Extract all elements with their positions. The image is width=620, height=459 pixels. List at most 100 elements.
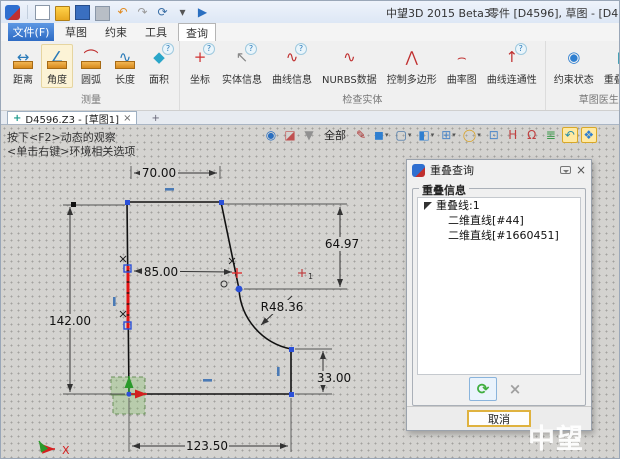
- constraint-status-button[interactable]: ◉约束状态: [550, 44, 598, 88]
- zw3d-window: ↶↷⟳▾▶ 中望3D 2015 Beta3 零件 [D4596], 草图 - […: [0, 0, 620, 459]
- control-polygon-button[interactable]: ⋀控制多边形: [383, 44, 441, 88]
- ribbon-button-label: 圆弧: [81, 71, 101, 86]
- ribbon-tab-约束[interactable]: 约束: [98, 23, 134, 41]
- curvature-plot-button[interactable]: ⌢曲率图: [443, 44, 481, 88]
- ribbon-tabs: 草图约束工具查询: [54, 23, 216, 41]
- dim-radius[interactable]: R48.36: [261, 300, 304, 314]
- panel-close-icon[interactable]: ×: [576, 164, 586, 176]
- new-tab-button[interactable]: +: [147, 113, 163, 124]
- comment-bubble-icon[interactable]: [560, 166, 571, 174]
- ribbon-button-label: NURBS数据: [322, 71, 377, 86]
- regen-icon[interactable]: ⟳: [155, 5, 170, 20]
- curvature-plot-icon: ⌢: [450, 46, 474, 70]
- nurbs-data-button[interactable]: ∿NURBS数据: [318, 44, 381, 88]
- overlap-info-label: 重叠信息: [419, 182, 469, 198]
- ribbon-tab-查询[interactable]: 查询: [178, 23, 216, 41]
- distance-icon: ↔: [11, 46, 35, 70]
- document-tab-bar: + D4596.Z3 - [草图1] × +: [1, 111, 620, 125]
- title-bar: ↶↷⟳▾▶ 中望3D 2015 Beta3 零件 [D4596], 草图 - […: [1, 1, 620, 23]
- arc-measure-button[interactable]: ⌒圆弧: [75, 44, 107, 88]
- refresh-button[interactable]: ⟳: [469, 377, 497, 401]
- overlap-tree[interactable]: 重叠线:1 二维直线[#44]二维直线[#1660451]: [417, 197, 581, 375]
- document-title: 零件 [D4596], 草图 - [D4596.Z3: [488, 5, 620, 21]
- cancel-button[interactable]: 取消: [467, 410, 531, 427]
- redo-icon[interactable]: ↷: [135, 5, 150, 20]
- curve-connectivity-button[interactable]: ↑曲线连通性: [483, 44, 541, 88]
- entity-info-icon: ↖: [230, 46, 254, 70]
- tree-child-item[interactable]: 二维直线[#44]: [418, 213, 580, 228]
- tree-children: 二维直线[#44]二维直线[#1660451]: [418, 213, 580, 243]
- axis-x-label: X: [62, 444, 70, 457]
- panel-action-row: ⟳ ×: [413, 377, 585, 401]
- overlap-info-group: 重叠信息 重叠线:1 二维直线[#44]二维直线[#1660451] ⟳ ×: [412, 188, 586, 406]
- ribbon-button-label: 坐标: [190, 71, 210, 86]
- quick-access-toolbar: ↶ ↷ ⟳ ▾ ▶: [5, 3, 210, 21]
- ribbon-button-label: 角度: [47, 71, 67, 86]
- app-logo-icon[interactable]: [5, 5, 20, 20]
- ribbon-tab-工具[interactable]: 工具: [138, 23, 174, 41]
- ribbon-button-label: 控制多边形: [387, 71, 437, 86]
- tree-root-label: 重叠线:1: [436, 198, 480, 213]
- ribbon-group-buttons: +坐标↖实体信息∿曲线信息∿NURBS数据⋀控制多边形⌢曲率图↑曲线连通性: [184, 44, 541, 88]
- area-button[interactable]: ◆面积: [143, 44, 175, 88]
- dropdown-arrow-icon[interactable]: ▾: [175, 5, 190, 20]
- dimension-defpoint: [71, 202, 76, 207]
- ribbon-group-buttons: ◉约束状态▣重叠查询: [550, 44, 620, 88]
- sketch-canvas[interactable]: 按下<F2>动态的观察 <单击右键>环境相关选项 ◉◪▼全部✎◼▾▢▾◧▾⊞▾◯…: [1, 125, 620, 459]
- coordinate-button[interactable]: +坐标: [184, 44, 216, 88]
- overlap-query-icon: ▣: [612, 46, 620, 70]
- tree-expand-icon[interactable]: [424, 202, 432, 210]
- view-triad: X: [39, 441, 70, 457]
- distance-button[interactable]: ↔距离: [7, 44, 39, 88]
- length-button[interactable]: ∿长度: [109, 44, 141, 88]
- dim-top-width[interactable]: 70.00: [142, 166, 176, 180]
- sketch-geometry[interactable]: [127, 202, 291, 394]
- curve-info-button[interactable]: ∿曲线信息: [268, 44, 316, 88]
- ribbon-group: +坐标↖实体信息∿曲线信息∿NURBS数据⋀控制多边形⌢曲率图↑曲线连通性检查实…: [180, 41, 546, 110]
- dim-mid-width[interactable]: 85.00: [144, 265, 178, 279]
- entity-info-button[interactable]: ↖实体信息: [218, 44, 266, 88]
- endpoint-markers[interactable]: [124, 200, 294, 397]
- file-menu-button[interactable]: 文件(F): [8, 23, 54, 41]
- print-icon[interactable]: [95, 6, 110, 21]
- ribbon-group-buttons: ↔距离∠角度⌒圆弧∿长度◆面积: [7, 44, 175, 88]
- ribbon-group-label: 草图医生: [550, 88, 620, 110]
- ribbon-button-label: 约束状态: [554, 71, 594, 86]
- dim-right-height[interactable]: 64.97: [325, 237, 359, 251]
- close-tab-icon[interactable]: ×: [123, 113, 131, 124]
- dim-bottom-width[interactable]: 123.50: [186, 439, 228, 453]
- sheet-icon: +: [13, 113, 21, 124]
- dim-left-height[interactable]: 142.00: [49, 314, 91, 328]
- ribbon-group: ↔距离∠角度⌒圆弧∿长度◆面积测量: [3, 41, 180, 110]
- dimension-texts: 70.00 142.00 85.00 64.97 R48.36 33.00 12…: [48, 166, 361, 453]
- dim-right-small[interactable]: 33.00: [317, 371, 351, 385]
- delete-button[interactable]: ×: [501, 377, 529, 401]
- nurbs-data-icon: ∿: [337, 46, 361, 70]
- resume-icon[interactable]: ▶: [195, 5, 210, 20]
- toolbar-separator: [27, 5, 28, 19]
- control-polygon-icon: ⋀: [400, 46, 424, 70]
- menu-bar: 文件(F) 草图约束工具查询: [1, 23, 620, 41]
- document-tab[interactable]: + D4596.Z3 - [草图1] ×: [7, 111, 137, 124]
- ribbon-button-label: 曲线连通性: [487, 71, 537, 86]
- constraint-status-icon: ◉: [562, 46, 586, 70]
- ribbon-button-label: 长度: [115, 71, 135, 86]
- ribbon: ↔距离∠角度⌒圆弧∿长度◆面积测量+坐标↖实体信息∿曲线信息∿NURBS数据⋀控…: [1, 41, 620, 111]
- save-icon[interactable]: [75, 5, 90, 20]
- ribbon-group: ◉约束状态▣重叠查询草图医生: [546, 41, 620, 110]
- open-file-icon[interactable]: [55, 6, 70, 21]
- tree-child-item[interactable]: 二维直线[#1660451]: [418, 228, 580, 243]
- ribbon-tab-草图[interactable]: 草图: [58, 23, 94, 41]
- tree-root-item[interactable]: 重叠线:1: [418, 198, 580, 213]
- new-file-icon[interactable]: [35, 5, 50, 20]
- undo-icon[interactable]: ↶: [115, 5, 130, 20]
- angle-button[interactable]: ∠角度: [41, 44, 73, 88]
- point-label-marker: 1: [298, 269, 313, 281]
- ribbon-group-label: 测量: [7, 88, 175, 110]
- ribbon-button-label: 距离: [13, 71, 33, 86]
- overlap-query-panel: 重叠查询 × 重叠信息 重叠线:1 二维直线[#44]二维直线[#1660451…: [406, 159, 592, 431]
- panel-title-bar[interactable]: 重叠查询 ×: [407, 160, 591, 180]
- overlap-query-button[interactable]: ▣重叠查询: [600, 44, 620, 88]
- ribbon-button-label: 重叠查询: [604, 71, 620, 86]
- ribbon-button-label: 面积: [149, 71, 169, 86]
